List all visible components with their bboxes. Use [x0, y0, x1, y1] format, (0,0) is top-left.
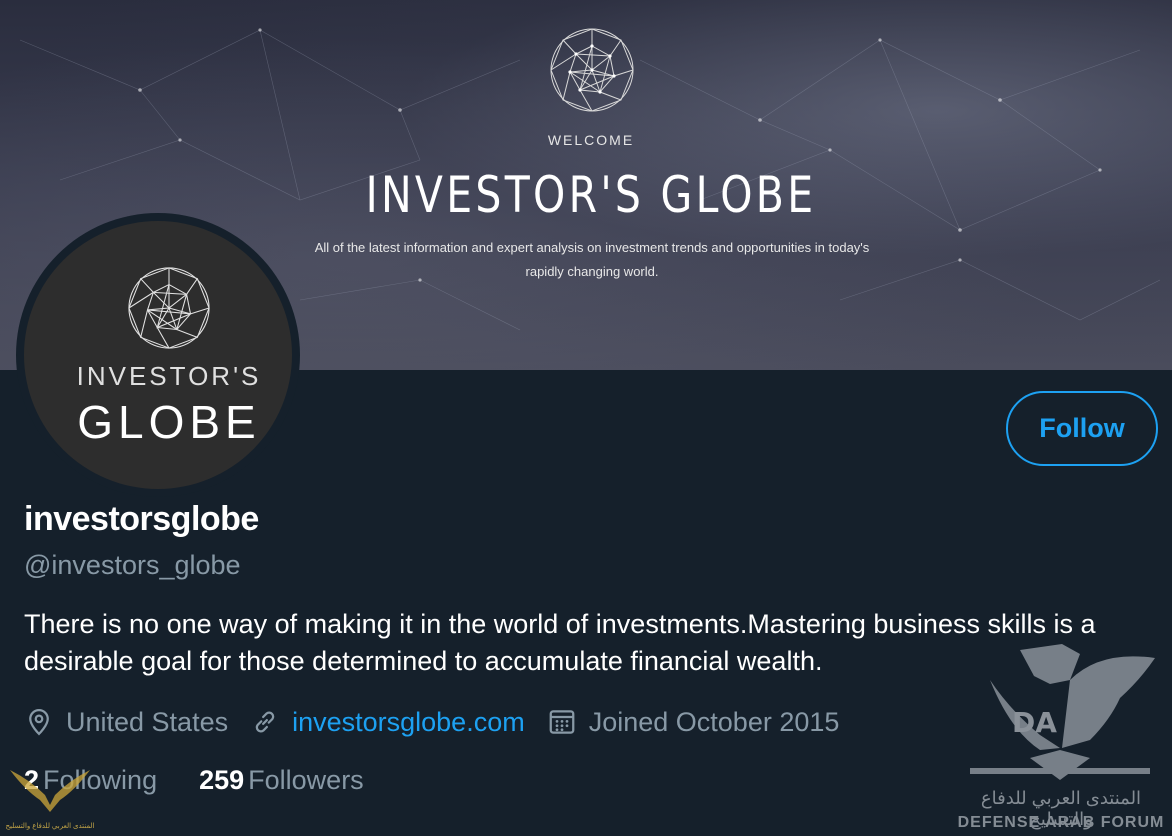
display-name: investorsglobe [24, 500, 259, 538]
followers-label: Followers [248, 764, 364, 795]
winged-eagle-emblem-icon: DA [970, 644, 1155, 780]
location-pin-icon [29, 708, 49, 736]
forum-watermark-small: المنتدى العربي للدفاع والتسليح [0, 760, 100, 836]
follow-button[interactable]: Follow [1006, 391, 1158, 466]
watermark-letters: DA [1012, 706, 1057, 739]
forum-watermark: DA المنتدى العربي للدفاع والتسليح DEFENS… [950, 640, 1172, 836]
profile-meta-row: United States investorsglobe.com Joined … [24, 702, 861, 742]
watermark-english: DEFENSE ARAB FORUM [957, 814, 1165, 831]
avatar-globe-logo-icon [128, 267, 210, 349]
watermark-arabic-small: المنتدى العربي للدفاع والتسليح [5, 823, 95, 830]
winged-emblem-icon [10, 770, 90, 812]
followers-count: 259 [199, 764, 245, 795]
joined-item: Joined October 2015 [547, 706, 840, 738]
website-link[interactable]: investorsglobe.com [292, 707, 525, 738]
calendar-icon [549, 710, 575, 734]
banner-welcome-text: WELCOME [547, 132, 635, 148]
globe-logo-icon [550, 28, 634, 112]
avatar-text-line1: INVESTOR'S [76, 361, 262, 391]
link-icon [255, 711, 275, 733]
location-item: United States [24, 707, 228, 738]
banner-title: INVESTOR'S GLOBE [365, 166, 817, 224]
website-item: investorsglobe.com [250, 707, 525, 738]
profile-avatar[interactable]: INVESTOR'S GLOBE [16, 213, 300, 497]
banner-description: All of the latest information and expert… [314, 240, 870, 279]
location-text: United States [66, 706, 229, 737]
user-handle: @investors_globe [24, 550, 241, 580]
followers-stat[interactable]: 259 Followers [199, 765, 364, 796]
avatar-text-line2: GLOBE [77, 396, 261, 448]
avatar-image: INVESTOR'S GLOBE [24, 221, 292, 489]
joined-date: Joined October 2015 [588, 706, 840, 737]
